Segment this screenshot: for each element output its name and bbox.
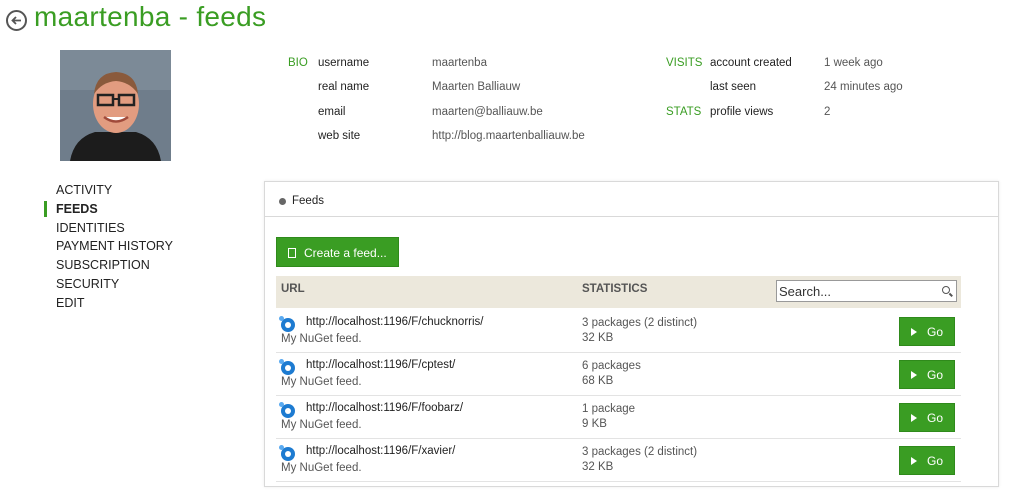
go-button[interactable]: Go bbox=[899, 403, 955, 432]
go-label: Go bbox=[927, 368, 944, 382]
feeds-panel-title: Feeds bbox=[292, 195, 324, 207]
sidebar-item-identities[interactable]: IDENTITIES bbox=[44, 219, 224, 238]
feed-description: My NuGet feed. bbox=[281, 376, 362, 388]
search-input[interactable] bbox=[776, 280, 957, 302]
play-icon bbox=[911, 414, 917, 422]
feed-url-link[interactable]: http://localhost:1196/F/xavier/ bbox=[306, 445, 455, 457]
feed-description: My NuGet feed. bbox=[281, 462, 362, 474]
go-label: Go bbox=[927, 454, 944, 468]
profile-views-label: profile views bbox=[710, 106, 774, 118]
page-title: maartenba - feeds bbox=[34, 1, 267, 32]
feed-icon bbox=[279, 316, 295, 332]
profile-views-value: 2 bbox=[824, 106, 831, 118]
feed-package-count: 3 packages (2 distinct) bbox=[582, 446, 698, 458]
username-value: maartenba bbox=[432, 57, 487, 69]
go-button[interactable]: Go bbox=[899, 360, 955, 389]
sidebar-item-activity[interactable]: ACTIVITY bbox=[44, 181, 224, 200]
sidebar-item-security[interactable]: SECURITY bbox=[44, 275, 224, 294]
visits-section-label: VISITS bbox=[666, 57, 703, 69]
column-header-url: URL bbox=[281, 283, 305, 295]
real-name-value: Maarten Balliauw bbox=[432, 81, 521, 93]
last-seen-value: 24 minutes ago bbox=[824, 81, 903, 93]
arrow-left-icon bbox=[11, 16, 21, 25]
go-label: Go bbox=[927, 325, 944, 339]
table-row: http://localhost:1196/F/chucknorris/ My … bbox=[276, 310, 961, 353]
sidebar-item-subscription[interactable]: SUBSCRIPTION bbox=[44, 256, 224, 275]
last-seen-label: last seen bbox=[710, 81, 757, 93]
feed-url-link[interactable]: http://localhost:1196/F/chucknorris/ bbox=[306, 316, 484, 328]
feed-package-count: 3 packages (2 distinct) bbox=[582, 317, 698, 329]
feed-description: My NuGet feed. bbox=[281, 419, 362, 431]
table-row: http://localhost:1196/F/foobarz/ My NuGe… bbox=[276, 396, 961, 439]
username-label: username bbox=[318, 57, 370, 69]
feeds-panel: Feeds Create a feed... URL STATISTICS ht… bbox=[264, 181, 999, 487]
create-feed-label: Create a feed... bbox=[304, 246, 387, 260]
email-value: maarten@balliauw.be bbox=[432, 106, 543, 118]
go-button[interactable]: Go bbox=[899, 446, 955, 475]
account-created-label: account created bbox=[710, 57, 792, 69]
feed-url-link[interactable]: http://localhost:1196/F/foobarz/ bbox=[306, 402, 463, 414]
feed-url-link[interactable]: http://localhost:1196/F/cptest/ bbox=[306, 359, 455, 371]
bio-section-label: BIO bbox=[288, 57, 308, 69]
email-label: email bbox=[318, 106, 346, 118]
new-document-icon bbox=[288, 248, 296, 258]
go-label: Go bbox=[927, 411, 944, 425]
feed-package-count: 6 packages bbox=[582, 360, 641, 372]
play-icon bbox=[911, 457, 917, 465]
feed-size: 9 KB bbox=[582, 418, 607, 430]
column-header-statistics: STATISTICS bbox=[582, 283, 648, 295]
search-icon[interactable] bbox=[942, 286, 950, 294]
real-name-label: real name bbox=[318, 81, 370, 93]
bullet-icon bbox=[279, 198, 286, 205]
feed-icon bbox=[279, 402, 295, 418]
sidebar-item-feeds[interactable]: FEEDS bbox=[44, 200, 224, 219]
feed-icon bbox=[279, 359, 295, 375]
avatar bbox=[60, 50, 171, 161]
feeds-table-header: URL STATISTICS bbox=[276, 276, 961, 308]
sidebar-item-edit[interactable]: EDIT bbox=[44, 294, 224, 313]
create-feed-button[interactable]: Create a feed... bbox=[276, 237, 399, 267]
feeds-panel-header: Feeds bbox=[265, 182, 998, 217]
table-row: http://localhost:1196/F/xavier/ My NuGet… bbox=[276, 439, 961, 482]
table-row: http://localhost:1196/F/cptest/ My NuGet… bbox=[276, 353, 961, 396]
feed-icon bbox=[279, 445, 295, 461]
play-icon bbox=[911, 328, 917, 336]
feed-size: 32 KB bbox=[582, 332, 614, 344]
feed-size: 68 KB bbox=[582, 375, 614, 387]
feed-package-count: 1 package bbox=[582, 403, 636, 415]
play-icon bbox=[911, 371, 917, 379]
feed-description: My NuGet feed. bbox=[281, 333, 362, 345]
stats-section-label: STATS bbox=[666, 106, 702, 118]
account-created-value: 1 week ago bbox=[824, 57, 883, 69]
web-site-value: http://blog.maartenballiauw.be bbox=[432, 130, 585, 142]
sidebar-item-payment-history[interactable]: PAYMENT HISTORY bbox=[44, 237, 224, 256]
go-button[interactable]: Go bbox=[899, 317, 955, 346]
feed-size: 32 KB bbox=[582, 461, 614, 473]
back-button[interactable] bbox=[6, 10, 27, 31]
web-site-label: web site bbox=[318, 130, 361, 142]
sidebar-nav: ACTIVITY FEEDS IDENTITIES PAYMENT HISTOR… bbox=[44, 181, 224, 313]
